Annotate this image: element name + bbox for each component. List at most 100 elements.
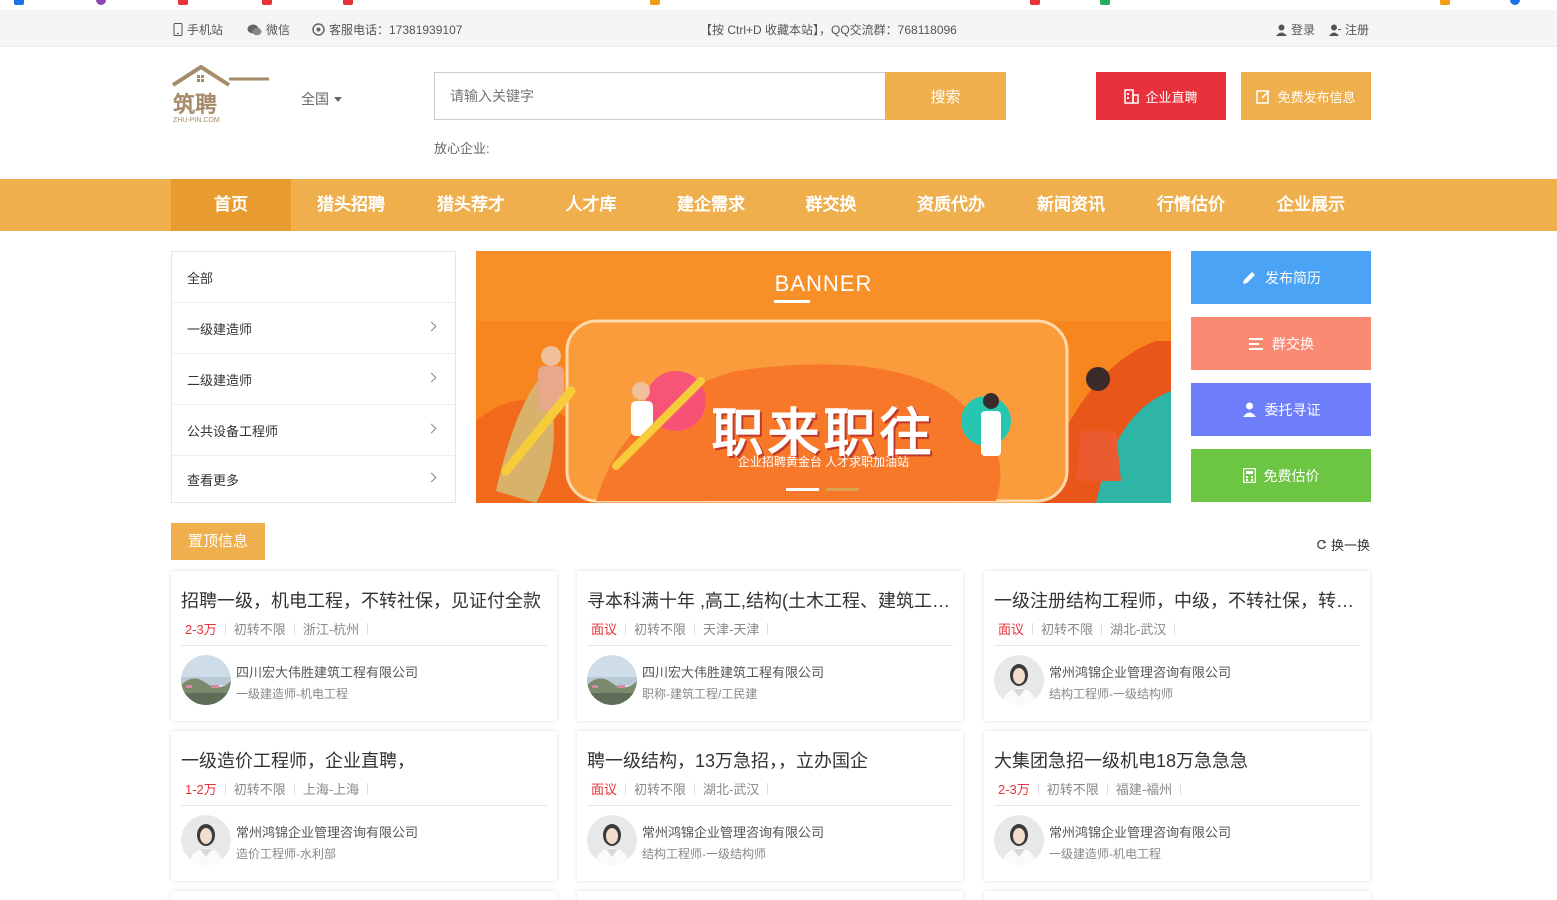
category-item[interactable]: 二级建造师 [172, 354, 455, 405]
direct-hire-button[interactable]: 企业直聘 [1096, 72, 1226, 120]
job-card[interactable]: 大集团急招一级机电18万急急急 2-3万 初转不限 福建-福州 常州鸿锦企业管理咨询有限… [984, 731, 1370, 881]
bookmark-icon[interactable] [14, 0, 24, 5]
bookmark-icon[interactable] [262, 0, 272, 5]
nav-item-qualification[interactable]: 资质代办 [891, 179, 1011, 231]
caret-down-icon [334, 96, 342, 102]
wechat-label: 微信 [266, 23, 291, 37]
free-publish-button[interactable]: 免费发布信息 [1241, 72, 1371, 120]
hotline-text: 客服电话：17381939107 [329, 23, 463, 37]
avatar-image [181, 655, 231, 705]
company-avatar[interactable] [587, 655, 637, 705]
job-meta: 面议 初转不限 湖北-武汉 [591, 779, 776, 798]
register-link[interactable]: 注册 [1329, 21, 1369, 38]
job-card-partial[interactable] [171, 891, 557, 900]
entrust-search-button[interactable]: 委托寻证 [1191, 383, 1371, 436]
job-tags: 结构工程师-一级结构师 [642, 847, 766, 861]
headset-icon [312, 23, 325, 36]
job-title[interactable]: 聘一级结构，13万急招，，立办国企 [587, 747, 955, 773]
job-card[interactable]: 一级注册结构工程师，中级，不转社保，转注册 面议 初转不限 湖北-武汉 常州鸿锦企业管理… [984, 571, 1370, 721]
svg-text:筑聘: 筑聘 [173, 92, 217, 118]
register-label: 注册 [1345, 23, 1370, 37]
card-divider [587, 645, 953, 646]
divider [224, 782, 226, 795]
category-item[interactable]: 公共设备工程师 [172, 405, 455, 456]
top-utility-bar: 手机站 微信 客服电话：17381939107 【按 Ctrl+D 收藏本站】，… [0, 10, 1557, 47]
company-name[interactable]: 常州鸿锦企业管理咨询有限公司 [1049, 822, 1231, 841]
nav-item-valuation[interactable]: 行情估价 [1131, 179, 1251, 231]
bookmark-icon[interactable] [178, 0, 188, 5]
bookmark-icon[interactable] [1100, 0, 1110, 5]
free-valuation-button[interactable]: 免费估价 [1191, 449, 1371, 502]
job-card[interactable]: 聘一级结构，13万急招，，立办国企面议 初转不限 湖北-武汉常州鸿锦企业管理咨询有限… [577, 731, 963, 881]
divider [367, 622, 369, 635]
bookmark-icon[interactable] [96, 0, 106, 5]
section-title: 置顶信息 [171, 523, 265, 560]
login-link[interactable]: 登录 [1276, 21, 1315, 38]
nav-item-group-exchange[interactable]: 群交换 [771, 179, 891, 231]
nav-item-headhunter-jobs[interactable]: 猎头招聘 [291, 179, 411, 231]
category-item[interactable]: 全部 [172, 252, 455, 303]
divider [767, 622, 769, 635]
main-nav: 首页 猎头招聘 猎头荐才 人才库 建企需求 群交换 资质代办 新闻资讯 行情估价… [0, 179, 1557, 231]
bookmark-icon[interactable] [1030, 0, 1040, 5]
category-item[interactable]: 一级建造师 [172, 303, 455, 354]
company-avatar[interactable] [587, 815, 637, 865]
nav-item-company-demand[interactable]: 建企需求 [651, 179, 771, 231]
bookmark-icon[interactable] [343, 0, 353, 5]
group-exchange-button[interactable]: 群交换 [1191, 317, 1371, 370]
job-title[interactable]: 招聘一级，机电工程，不转社保，见证付全款 [181, 587, 549, 613]
job-card[interactable]: 招聘一级，机电工程，不转社保，见证付全款 2-3万 初转不限 浙江-杭州 四川宏大伟胜建… [171, 571, 557, 721]
nav-item-news[interactable]: 新闻资讯 [1011, 179, 1131, 231]
region-selector[interactable]: 全国 [301, 89, 342, 109]
company-name[interactable]: 常州鸿锦企业管理咨询有限公司 [642, 822, 824, 841]
divider [625, 782, 627, 795]
divider [1106, 782, 1108, 795]
job-card-partial[interactable] [984, 891, 1370, 900]
job-meta: 1-2万 初转不限 上海-上海 [185, 779, 376, 798]
company-avatar[interactable] [181, 655, 231, 705]
post-resume-button[interactable]: 发布简历 [1191, 251, 1371, 304]
company-avatar[interactable] [994, 815, 1044, 865]
bookmark-icon[interactable] [650, 0, 660, 5]
cert-type: 初转不限 [634, 622, 687, 637]
wechat-link[interactable]: 微信 [247, 21, 290, 38]
refresh-button[interactable]: 换一换 [1316, 535, 1370, 554]
nav-item-headhunter-talent[interactable]: 猎头荐才 [411, 179, 531, 231]
promo-banner[interactable]: BANNER 职来职往 企业招聘黄金台 人才求职加油站 [476, 251, 1171, 503]
bookmark-icon[interactable] [1440, 0, 1450, 5]
pencil-icon [1243, 271, 1255, 284]
location: 浙江-杭州 [302, 622, 360, 637]
cert-type: 初转不限 [233, 782, 286, 797]
company-name[interactable]: 四川宏大伟胜建筑工程有限公司 [236, 662, 418, 681]
job-title[interactable]: 大集团急招一级机电18万急急急 [994, 747, 1362, 773]
nav-item-talent-pool[interactable]: 人才库 [531, 179, 651, 231]
job-card[interactable]: 寻本科满十年 ,高工,结构(土木工程、建筑工程) 面议 初转不限 天津-天津 四川宏大伟… [577, 571, 963, 721]
bookmark-icon[interactable] [1510, 0, 1520, 5]
job-card-partial[interactable] [577, 891, 963, 900]
job-title[interactable]: 一级注册结构工程师，中级，不转社保，转注册 [994, 587, 1362, 613]
avatar-image [994, 815, 1044, 865]
search-button[interactable]: 搜索 [885, 72, 1006, 120]
company-avatar[interactable] [994, 655, 1044, 705]
nav-item-home[interactable]: 首页 [171, 179, 291, 231]
company-name[interactable]: 常州鸿锦企业管理咨询有限公司 [1049, 662, 1231, 681]
company-name[interactable]: 四川宏大伟胜建筑工程有限公司 [642, 662, 824, 681]
bookmarks-bar [0, 0, 1557, 10]
user-icon [1276, 24, 1287, 36]
salary: 面议 [998, 622, 1025, 637]
salary: 面议 [591, 622, 618, 637]
category-label: 全部 [187, 270, 214, 286]
job-card[interactable]: 一级造价工程师，企业直聘， 1-2万 初转不限 上海-上海常州鸿锦企业管理咨询有限公司… [171, 731, 557, 881]
divider [1174, 622, 1176, 635]
nav-item-showcase[interactable]: 企业展示 [1251, 179, 1371, 231]
job-title[interactable]: 一级造价工程师，企业直聘， [181, 747, 549, 773]
site-logo[interactable]: 筑聘 ZHU-PIN.COM [171, 64, 271, 125]
company-name[interactable]: 常州鸿锦企业管理咨询有限公司 [236, 822, 418, 841]
category-item-more[interactable]: 查看更多 [172, 456, 455, 502]
mobile-site-link[interactable]: 手机站 [173, 21, 223, 38]
logo-image: 筑聘 ZHU-PIN.COM [171, 64, 269, 124]
job-title[interactable]: 寻本科满十年 ,高工,结构(土木工程、建筑工程) [587, 587, 955, 613]
divider [293, 622, 295, 635]
search-input[interactable] [434, 72, 886, 120]
company-avatar[interactable] [181, 815, 231, 865]
